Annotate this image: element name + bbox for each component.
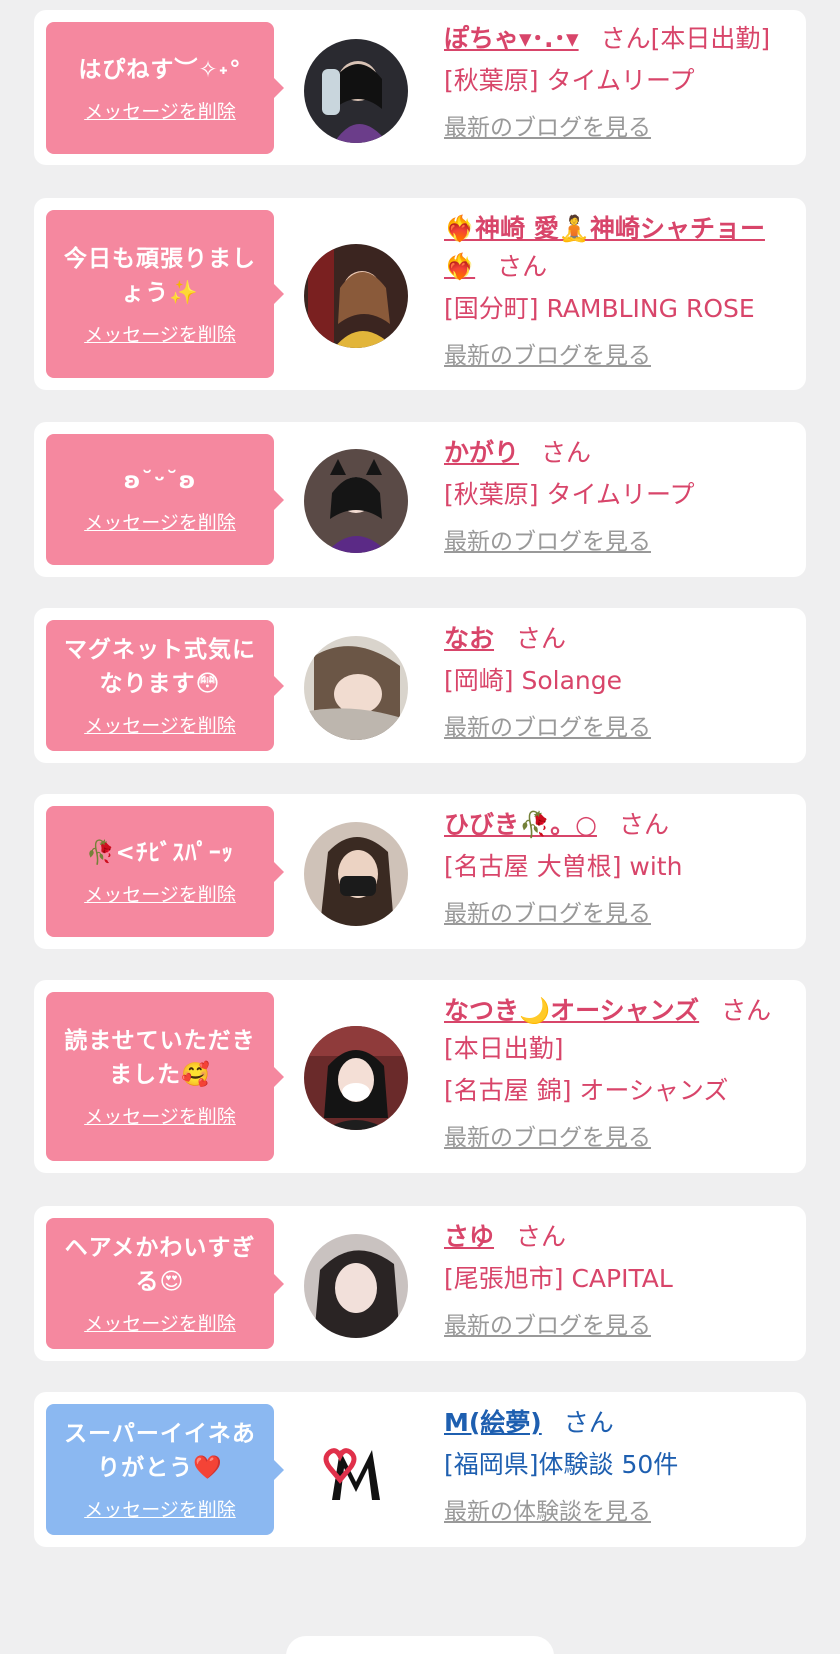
shop-info: [国分町] RAMBLING ROSE xyxy=(444,294,755,323)
shop-info: [名古屋 大曽根] with xyxy=(444,852,683,881)
shop-info: [秋葉原] タイムリープ xyxy=(444,480,695,509)
message-bubble: ヘアメかわいすぎる😍 メッセージを削除 xyxy=(46,1218,284,1349)
message-card: はぴねす︶✧˖° メッセージを削除 ぽちゃ▾･.･▾ さん[本日出勤] [秋葉原]… xyxy=(34,10,806,165)
honorific: さん xyxy=(600,24,651,53)
avatar[interactable] xyxy=(304,244,408,348)
delete-message-link[interactable]: メッセージを削除 xyxy=(84,1102,236,1129)
message-bubble: 読ませていただきました🥰 メッセージを削除 xyxy=(46,992,284,1161)
message-bubble: 🥀<ﾁﾋﾞｽﾊﾟｰｯ メッセージを削除 xyxy=(46,806,284,937)
shop-info: [尾張旭市] CAPITAL xyxy=(444,1264,673,1293)
message-text: 今日も頑張りましょう✨ xyxy=(64,245,256,306)
latest-blog-link[interactable]: 最新のブログを見る xyxy=(444,110,651,146)
honorific: さん xyxy=(516,1222,567,1251)
message-bubble: スーパーイイネありがとう❤️ メッセージを削除 xyxy=(46,1404,284,1535)
latest-blog-link[interactable]: 最新のブログを見る xyxy=(444,1120,651,1156)
latest-review-link[interactable]: 最新の体験談を見る xyxy=(444,1494,651,1530)
avatar[interactable] xyxy=(304,636,408,740)
honorific: さん xyxy=(618,810,669,839)
message-card: 読ませていただきました🥰 メッセージを削除 なつき🌙オーシャンズ さん [本日出勤]… xyxy=(34,980,806,1173)
m-logo-icon[interactable] xyxy=(304,1420,408,1524)
shop-info: [岡崎] Solange xyxy=(444,666,622,695)
message-text: ヘアメかわいすぎる😍 xyxy=(64,1235,256,1295)
message-card: ヘアメかわいすぎる😍 メッセージを削除 さゆ さん [尾張旭市] CAPITAL … xyxy=(34,1206,806,1361)
shop-info: [福岡県]体験談 50件 xyxy=(444,1450,679,1479)
profile-name-link[interactable]: なお xyxy=(444,624,494,653)
profile-info: ひびき🥀。○ さん [名古屋 大曽根] with 最新のブログを見る xyxy=(444,806,792,932)
avatar[interactable] xyxy=(304,822,408,926)
profile-info: さゆ さん [尾張旭市] CAPITAL 最新のブログを見る xyxy=(444,1218,792,1344)
today-working-tag: [本日出勤] xyxy=(444,1034,564,1063)
delete-message-link[interactable]: メッセージを削除 xyxy=(84,1495,236,1522)
profile-name-link[interactable]: さゆ xyxy=(444,1222,494,1251)
profile-info: ぽちゃ▾･.･▾ さん[本日出勤] [秋葉原] タイムリープ 最新のブログを見る xyxy=(444,20,792,146)
latest-blog-link[interactable]: 最新のブログを見る xyxy=(444,896,651,932)
honorific: さん xyxy=(541,438,592,467)
message-text: 読ませていただきました🥰 xyxy=(64,1028,256,1088)
avatar[interactable] xyxy=(304,39,408,143)
profile-info: M(絵夢) さん [福岡県]体験談 50件 最新の体験談を見る xyxy=(444,1404,792,1530)
delete-message-link[interactable]: メッセージを削除 xyxy=(84,1309,236,1336)
message-bubble: マグネット式気になります😳 メッセージを削除 xyxy=(46,620,284,751)
profile-name-link[interactable]: ❤‍🔥神崎 愛🧘神崎シャチョー❤‍🔥 xyxy=(444,214,765,281)
latest-blog-link[interactable]: 最新のブログを見る xyxy=(444,524,651,560)
message-card: 🥀<ﾁﾋﾞｽﾊﾟｰｯ メッセージを削除 ひびき🥀。○ さん [名古屋 大曽根] w… xyxy=(34,794,806,949)
honorific: さん xyxy=(497,252,548,281)
profile-name-link[interactable]: かがり xyxy=(444,438,519,467)
message-text: スーパーイイネありがとう❤️ xyxy=(64,1421,256,1481)
latest-blog-link[interactable]: 最新のブログを見る xyxy=(444,710,651,746)
profile-info: なつき🌙オーシャンズ さん [本日出勤] [名古屋 錦] オーシャンズ 最新のブログ… xyxy=(444,992,792,1156)
profile-info: かがり さん [秋葉原] タイムリープ 最新のブログを見る xyxy=(444,434,792,560)
avatar[interactable] xyxy=(304,1026,408,1130)
latest-blog-link[interactable]: 最新のブログを見る xyxy=(444,1308,651,1344)
profile-info: なお さん [岡崎] Solange 最新のブログを見る xyxy=(444,620,792,746)
message-text: ʚ˘ᵕ˘ʚ xyxy=(123,468,197,494)
delete-message-link[interactable]: メッセージを削除 xyxy=(84,880,236,907)
honorific: さん xyxy=(721,996,772,1025)
profile-name-link[interactable]: M(絵夢) xyxy=(444,1408,542,1437)
bottom-floating-bar[interactable] xyxy=(286,1636,554,1654)
latest-blog-link[interactable]: 最新のブログを見る xyxy=(444,338,651,374)
message-text: 🥀<ﾁﾋﾞｽﾊﾟｰｯ xyxy=(86,840,234,866)
honorific: さん xyxy=(563,1408,614,1437)
profile-name-link[interactable]: なつき🌙オーシャンズ xyxy=(444,996,699,1025)
delete-message-link[interactable]: メッセージを削除 xyxy=(84,97,236,124)
message-card: マグネット式気になります😳 メッセージを削除 なお さん [岡崎] Solange… xyxy=(34,608,806,763)
message-card: 今日も頑張りましょう✨ メッセージを削除 ❤‍🔥神崎 愛🧘神崎シャチョー❤‍🔥 さ… xyxy=(34,198,806,390)
message-bubble: ʚ˘ᵕ˘ʚ メッセージを削除 xyxy=(46,434,284,565)
message-card: スーパーイイネありがとう❤️ メッセージを削除 M(絵夢) さん [福岡県]体験談… xyxy=(34,1392,806,1547)
message-text: マグネット式気になります😳 xyxy=(64,637,256,697)
profile-info: ❤‍🔥神崎 愛🧘神崎シャチョー❤‍🔥 さん [国分町] RAMBLING ROSE… xyxy=(444,210,792,374)
delete-message-link[interactable]: メッセージを削除 xyxy=(84,320,236,347)
avatar[interactable] xyxy=(304,1234,408,1338)
profile-name-link[interactable]: ぽちゃ▾･.･▾ xyxy=(444,24,579,53)
message-bubble: 今日も頑張りましょう✨ メッセージを削除 xyxy=(46,210,284,378)
shop-info: [名古屋 錦] オーシャンズ xyxy=(444,1076,729,1105)
message-card: ʚ˘ᵕ˘ʚ メッセージを削除 かがり さん [秋葉原] タイムリープ 最新のブログ… xyxy=(34,422,806,577)
avatar[interactable] xyxy=(304,449,408,553)
shop-info: [秋葉原] タイムリープ xyxy=(444,66,695,95)
delete-message-link[interactable]: メッセージを削除 xyxy=(84,711,236,738)
message-text: はぴねす︶✧˖° xyxy=(78,56,242,83)
today-working-tag: [本日出勤] xyxy=(650,24,771,53)
message-bubble: はぴねす︶✧˖° メッセージを削除 xyxy=(46,22,284,154)
delete-message-link[interactable]: メッセージを削除 xyxy=(84,508,236,535)
profile-name-link[interactable]: ひびき🥀。○ xyxy=(444,810,597,839)
honorific: さん xyxy=(516,624,567,653)
